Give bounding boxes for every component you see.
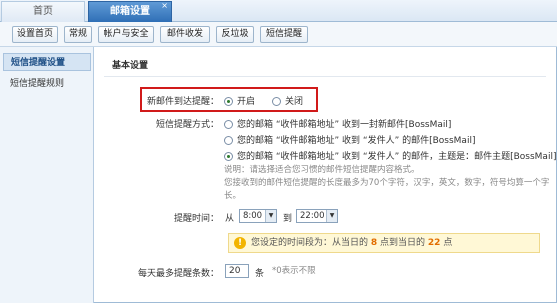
warning-icon: ! — [234, 237, 246, 249]
radio-icon[interactable] — [224, 120, 233, 129]
max-count-hint: *0表示不限 — [272, 266, 316, 276]
method-option-3-label: 您的邮箱 “收件邮箱地址” 收到 “发件人” 的邮件，主题是：邮件主题[Boss… — [237, 152, 557, 162]
anti-spam-button[interactable]: 反垃圾 — [216, 26, 254, 43]
time-from-label: 从 — [225, 214, 235, 224]
new-mail-off-option[interactable]: 关闭 — [272, 94, 303, 107]
new-mail-off-label: 关闭 — [285, 97, 304, 107]
sidebar: 短信提醒设置 短信提醒规则 — [0, 47, 94, 303]
max-count-label: 每天最多提醒条数： — [137, 269, 219, 279]
tab-home[interactable]: 首页 — [1, 1, 85, 22]
start-time-select[interactable]: 8:00 ▼ — [239, 209, 277, 223]
method-option-3[interactable]: 您的邮箱 “收件邮箱地址” 收到 “发件人” 的邮件，主题是：邮件主题[Boss… — [224, 149, 556, 162]
tab-mail-settings[interactable]: 邮箱设置 × — [88, 1, 172, 22]
tip-middle: 点到当日的 — [380, 238, 426, 248]
new-mail-on-option[interactable]: 开启 — [224, 94, 255, 107]
divider — [104, 76, 546, 77]
start-time-value: 8:00 — [243, 211, 263, 221]
time-to-label: 到 — [283, 214, 293, 224]
note-line-1: 说明：请选择适合您习惯的邮件短信提醒内容格式。 — [224, 165, 420, 175]
general-button[interactable]: 常规 — [64, 26, 92, 43]
radio-selected-icon[interactable] — [224, 152, 233, 161]
method-option-2[interactable]: 您的邮箱 “收件邮箱地址” 收到 “发件人” 的邮件[BossMail] — [224, 133, 475, 146]
max-count-unit: 条 — [255, 269, 265, 279]
tip-end-number: 22 — [427, 238, 441, 248]
time-label: 提醒时间： — [173, 214, 219, 224]
max-count-input[interactable]: 20 — [225, 264, 249, 278]
sidebar-item-sms-settings[interactable]: 短信提醒设置 — [3, 53, 91, 71]
tab-bar: 首页 邮箱设置 × — [0, 0, 557, 22]
end-time-value: 22:00 — [300, 211, 325, 221]
sidebar-item-sms-rules[interactable]: 短信提醒规则 — [3, 75, 91, 93]
new-mail-label: 新邮件到达提醒： — [146, 97, 219, 107]
method-option-1-label: 您的邮箱 “收件邮箱地址” 收到一封新邮件[BossMail] — [237, 120, 452, 130]
settings-home-button[interactable]: 设置首页 — [12, 26, 58, 43]
section-title: 基本设置 — [112, 61, 149, 71]
note-line-3: 长。 — [224, 191, 242, 201]
chevron-down-icon[interactable]: ▼ — [326, 210, 337, 222]
time-range-tip: ! 您设定的时间段为：从当日的 8 点到当日的 22 点 — [228, 233, 540, 253]
end-time-select[interactable]: 22:00 ▼ — [296, 209, 338, 223]
new-mail-on-label: 开启 — [237, 97, 256, 107]
radio-icon[interactable] — [224, 136, 233, 145]
settings-toolbar: 设置首页 常规 帐户与安全 邮件收发 反垃圾 短信提醒 — [0, 22, 557, 47]
method-option-1[interactable]: 您的邮箱 “收件邮箱地址” 收到一封新邮件[BossMail] — [224, 117, 451, 130]
tip-start-number: 8 — [370, 238, 378, 248]
radio-off-icon[interactable] — [272, 97, 281, 106]
radio-on-icon[interactable] — [224, 97, 233, 106]
account-security-button[interactable]: 帐户与安全 — [98, 26, 154, 43]
tip-suffix: 点 — [443, 238, 453, 248]
chevron-down-icon[interactable]: ▼ — [265, 210, 276, 222]
tip-prefix: 您设定的时间段为：从当日的 — [251, 238, 369, 248]
sms-reminder-button[interactable]: 短信提醒 — [260, 26, 308, 43]
tab-home-label: 首页 — [33, 6, 53, 17]
method-label: 短信提醒方式： — [155, 120, 219, 130]
close-icon[interactable]: × — [161, 0, 168, 16]
method-option-2-label: 您的邮箱 “收件邮箱地址” 收到 “发件人” 的邮件[BossMail] — [237, 136, 476, 146]
note-line-2: 您接收到的邮件短信提醒的长度最多为70个字符，汉字，英文，数字，符号均算一个字 — [224, 178, 550, 188]
mail-send-receive-button[interactable]: 邮件收发 — [160, 26, 210, 43]
tab-mail-settings-label: 邮箱设置 — [110, 6, 150, 17]
